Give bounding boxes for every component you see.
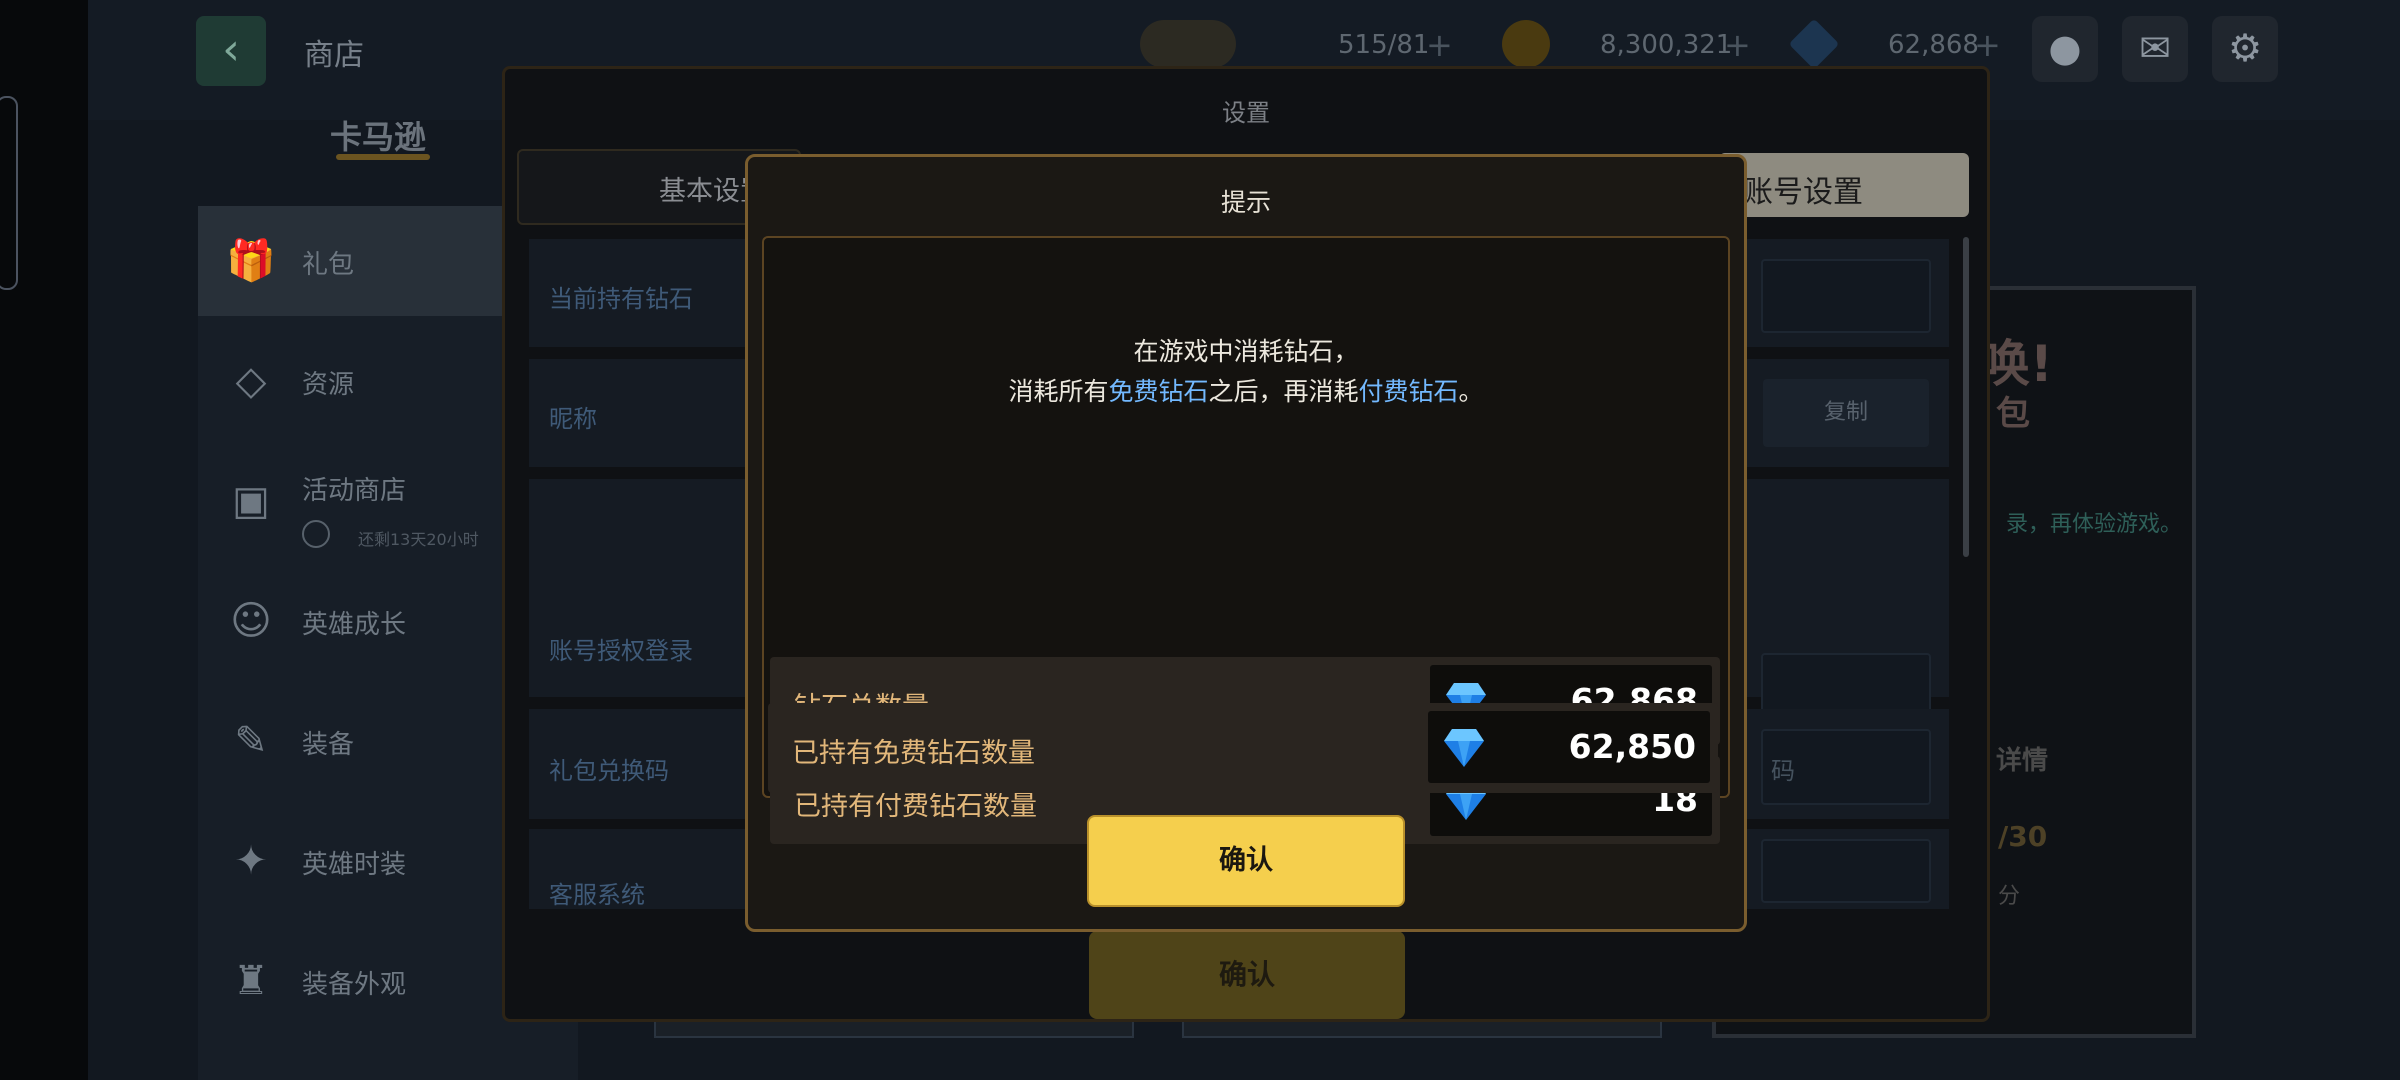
diamonds-field <box>1761 259 1931 333</box>
free-diamonds-row: 已持有免费钻石数量 62,850 <box>768 703 1718 793</box>
tab-account-settings[interactable]: 账号设置 <box>1719 153 1969 217</box>
chat-icon[interactable]: ● <box>2032 16 2098 82</box>
value-box: 62,850 <box>1428 711 1710 783</box>
mail-icon[interactable]: ✉ <box>2122 16 2188 82</box>
stamina-value: 515/81 <box>1338 30 1430 60</box>
prompt-title: 提示 <box>1220 188 1271 217</box>
side-drawer-handle[interactable] <box>0 96 18 290</box>
free-diamond-highlight: 免费钻石 <box>1108 377 1209 406</box>
diamond-value: 62,868 <box>1888 30 1979 60</box>
add-stamina-button[interactable]: + <box>1426 26 1453 64</box>
sidebar-item-label: 礼包 <box>302 250 355 280</box>
paid-diamond-highlight: 付费钻石 <box>1358 377 1459 406</box>
event-timer: 还剩13天20小时 <box>358 530 479 549</box>
message-line-1: 在游戏中消耗钻石， <box>1133 337 1359 366</box>
stamina-icon <box>1140 20 1236 68</box>
diamond-icon <box>1444 729 1484 767</box>
message-text: 。 <box>1458 377 1484 406</box>
promo-subtitle: 包 <box>1996 394 2030 434</box>
back-button[interactable]: ‹ <box>196 16 266 86</box>
shop-bag-icon: ▣ <box>232 478 270 524</box>
copy-button[interactable]: 复制 <box>1763 379 1929 447</box>
sidebar-item-label: 英雄成长 <box>302 610 407 640</box>
row-label: 当前持有钻石 <box>549 285 693 313</box>
sidebar-item-label: 装备 <box>302 730 355 760</box>
sidebar-item-label: 资源 <box>302 370 355 400</box>
gold-coin-icon <box>1502 20 1550 68</box>
diamond-icon: ◇ <box>235 358 267 404</box>
gold-value: 8,300,321 <box>1600 30 1733 60</box>
row-label: 客服系统 <box>549 881 645 909</box>
promo-detail[interactable]: 详情 <box>1996 740 2048 777</box>
promo-progress: /30 <box>1998 820 2048 853</box>
costume-icon: ✦ <box>234 838 268 884</box>
chevron-left-icon: ‹ <box>222 24 240 75</box>
sidebar-item-label: 英雄时装 <box>302 850 407 880</box>
add-gold-button[interactable]: + <box>1724 26 1751 64</box>
hero-growth-icon: ☺ <box>230 598 272 644</box>
clock-icon <box>302 520 330 548</box>
sidebar-item-label: 装备外观 <box>302 970 407 1000</box>
tab-underline <box>336 154 430 160</box>
page-title: 商店 <box>304 38 364 73</box>
row-label: 已持有免费钻石数量 <box>792 738 1035 769</box>
service-field[interactable] <box>1761 839 1931 903</box>
settings-scrollbar[interactable] <box>1963 237 1969 557</box>
gear-icon[interactable]: ⚙ <box>2212 16 2278 82</box>
promo-note: 录，再体验游戏。 <box>2006 512 2183 537</box>
promo-points: 分 <box>1998 884 2021 909</box>
row-label: 礼包兑换码 <box>549 757 669 785</box>
settings-title: 设置 <box>1222 99 1270 127</box>
equipment-icon: ✎ <box>234 718 268 764</box>
message-line-2: 消耗所有免费钻石之后，再消耗付费钻石。 <box>764 372 1728 412</box>
tab-label: 账号设置 <box>1743 175 1863 210</box>
sidebar-item-label: 活动商店 <box>302 476 407 506</box>
gift-icon: 🎁 <box>226 238 276 284</box>
add-diamond-button[interactable]: + <box>1974 26 2001 64</box>
row-label: 账号授权登录 <box>549 637 693 665</box>
row-label: 昵称 <box>549 405 597 433</box>
gift-code-suffix: 码 <box>1771 757 1795 785</box>
message-text: 之后，再消耗 <box>1208 377 1359 406</box>
tab-brand[interactable]: 卡马逊 <box>330 112 426 158</box>
free-diamonds-value: 62,850 <box>1568 727 1696 766</box>
message-text: 消耗所有 <box>1008 377 1109 406</box>
prompt-message: 在游戏中消耗钻石， 消耗所有免费钻石之后，再消耗付费钻石。 <box>764 332 1728 412</box>
prompt-dialog: 提示 在游戏中消耗钻石， 消耗所有免费钻石之后，再消耗付费钻石。 钻石总数量 6… <box>745 154 1747 932</box>
settings-confirm-button[interactable]: 确认 <box>1089 931 1405 1019</box>
confirm-button[interactable]: 确认 <box>1087 815 1405 907</box>
equipment-skin-icon: ♜ <box>233 958 269 1004</box>
